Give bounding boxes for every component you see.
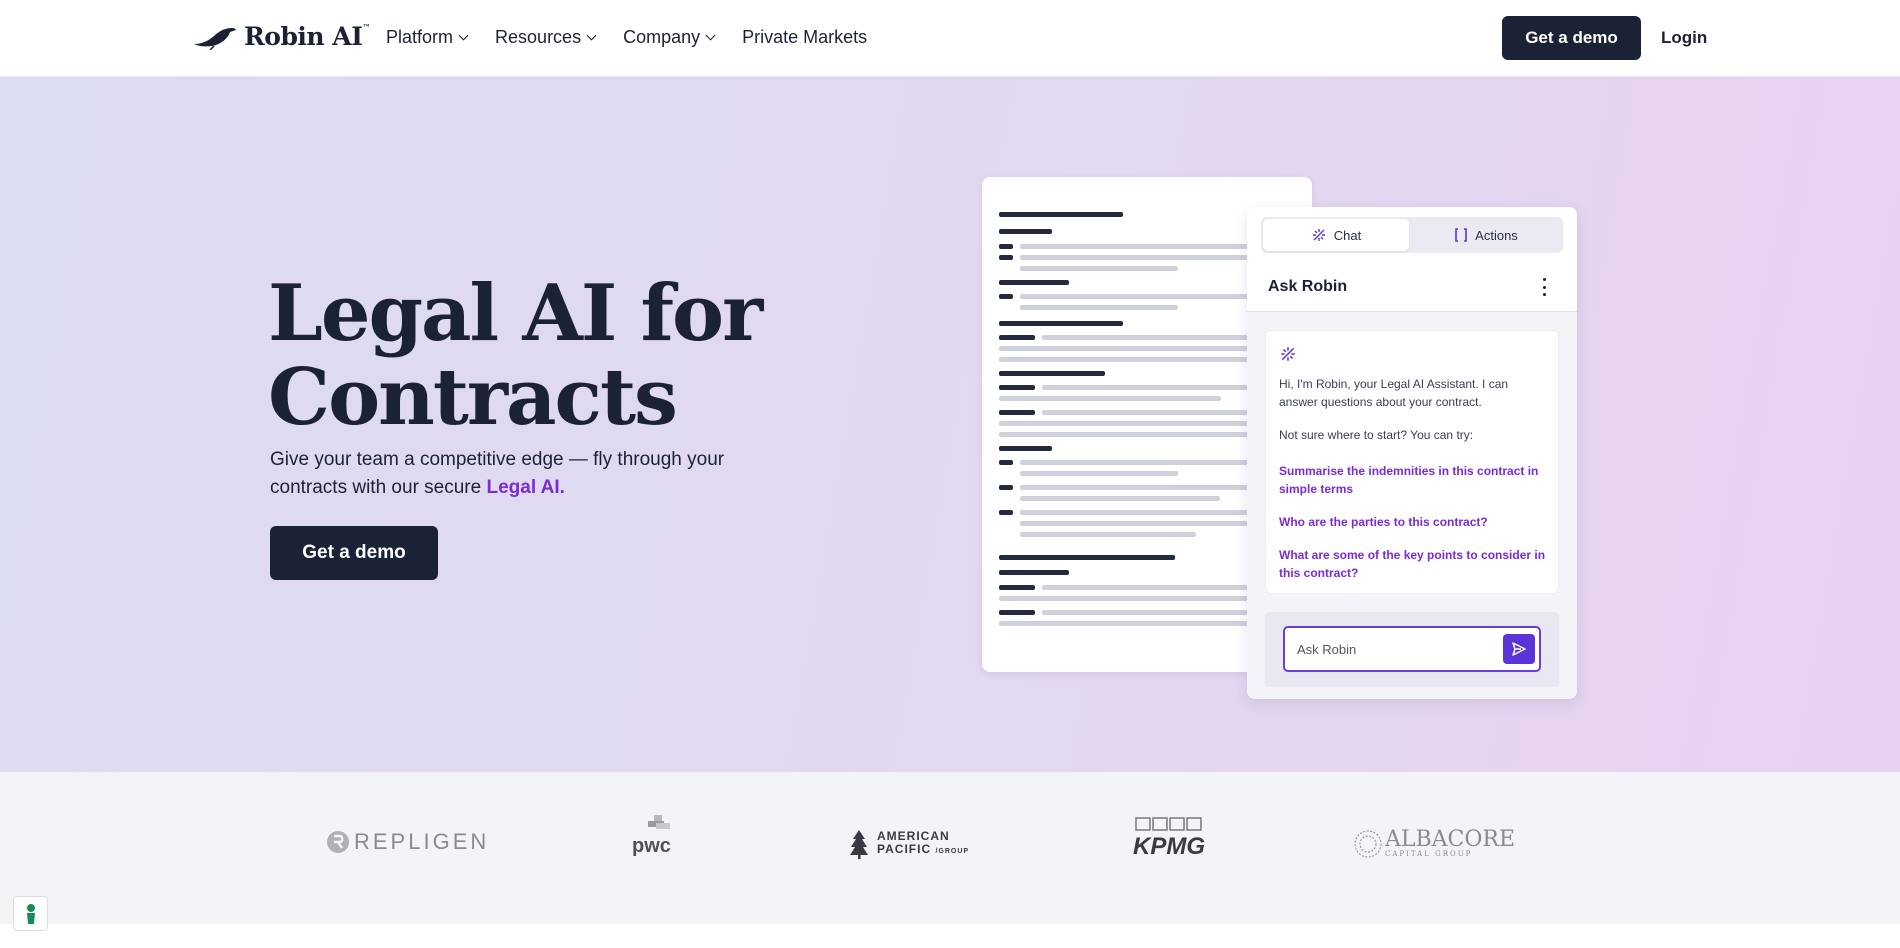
chevron-down-icon <box>586 30 597 41</box>
hero-title: Legal AI for Contracts <box>268 268 763 443</box>
more-options-icon[interactable] <box>1541 278 1547 296</box>
nav-get-demo-button[interactable]: Get a demo <box>1502 16 1641 60</box>
top-navigation: Robin AI™ Platform Resources Company Pri… <box>0 0 1900 77</box>
suggestion-item[interactable]: What are some of the key points to consi… <box>1279 546 1551 582</box>
assistant-message: Hi, I'm Robin, your Legal AI Assistant. … <box>1265 330 1559 594</box>
intro-text: Hi, I'm Robin, your Legal AI Assistant. … <box>1279 377 1509 409</box>
login-link[interactable]: Login <box>1661 28 1707 48</box>
cookie-settings-icon <box>26 903 35 924</box>
pwc-blocks-icon <box>648 815 670 829</box>
nav-resources[interactable]: Resources <box>495 27 597 48</box>
tree-icon <box>850 830 868 859</box>
kpmg-logo: KPMG <box>1133 817 1205 860</box>
suggestion-item[interactable]: Who are the parties to this contract? <box>1279 513 1551 531</box>
legal-ai-highlight: Legal AI. <box>486 477 565 498</box>
nav-company[interactable]: Company <box>623 27 716 48</box>
customer-logos-strip: REPLIGEN pwc AMERICAN PACIFIC /GROUP KPM… <box>0 772 1900 924</box>
albacore-seal-icon <box>1354 830 1382 858</box>
ask-robin-chat-panel: Chat Actions Ask Robin Hi, I'm Robin, yo… <box>1247 207 1577 699</box>
sparkle-chat-icon <box>1312 229 1325 241</box>
robin-bird-icon <box>194 27 236 50</box>
hero-get-demo-button[interactable]: Get a demo <box>270 526 438 580</box>
robin-sparkle-icon <box>1281 347 1295 361</box>
ask-robin-input[interactable]: Ask Robin <box>1283 626 1541 672</box>
robin-ai-logo[interactable]: Robin AI™ <box>192 22 370 51</box>
hero-subtitle: Give your team a competitive edge — fly … <box>270 449 725 498</box>
chevron-down-icon <box>458 30 469 41</box>
american-pacific-group-logo: AMERICAN PACIFIC /GROUP <box>848 829 969 859</box>
nav-private-markets[interactable]: Private Markets <box>742 27 867 48</box>
nav-links: Platform Resources Company Private Marke… <box>386 27 867 48</box>
repligen-logo: REPLIGEN <box>326 829 489 855</box>
chat-title: Ask Robin <box>1268 278 1348 295</box>
prompt-text: Not sure where to start? You can try: <box>1279 428 1474 442</box>
albacore-capital-group-logo: ALBACORE CAPITAL GROUP <box>1353 829 1515 859</box>
repligen-mark-icon <box>327 831 349 853</box>
tab-chat[interactable]: Chat <box>1263 219 1409 251</box>
send-button[interactable] <box>1503 634 1535 664</box>
hero-section: Legal AI for Contracts Give your team a … <box>0 77 1900 772</box>
chat-input-area: Ask Robin <box>1265 612 1559 687</box>
kpmg-boxes-icon <box>1135 817 1202 831</box>
brackets-icon <box>1455 228 1467 242</box>
chat-tabs: Chat Actions <box>1261 217 1563 253</box>
logo-text: Robin AI™ <box>244 22 370 51</box>
tab-actions[interactable]: Actions <box>1413 219 1559 251</box>
nav-platform[interactable]: Platform <box>386 27 469 48</box>
cookie-settings-button[interactable] <box>13 896 48 931</box>
suggestion-item[interactable]: Summarise the indemnities in this contra… <box>1279 462 1551 498</box>
pwc-logo: pwc <box>632 815 671 857</box>
send-icon <box>1512 642 1526 656</box>
chevron-down-icon <box>705 30 716 41</box>
